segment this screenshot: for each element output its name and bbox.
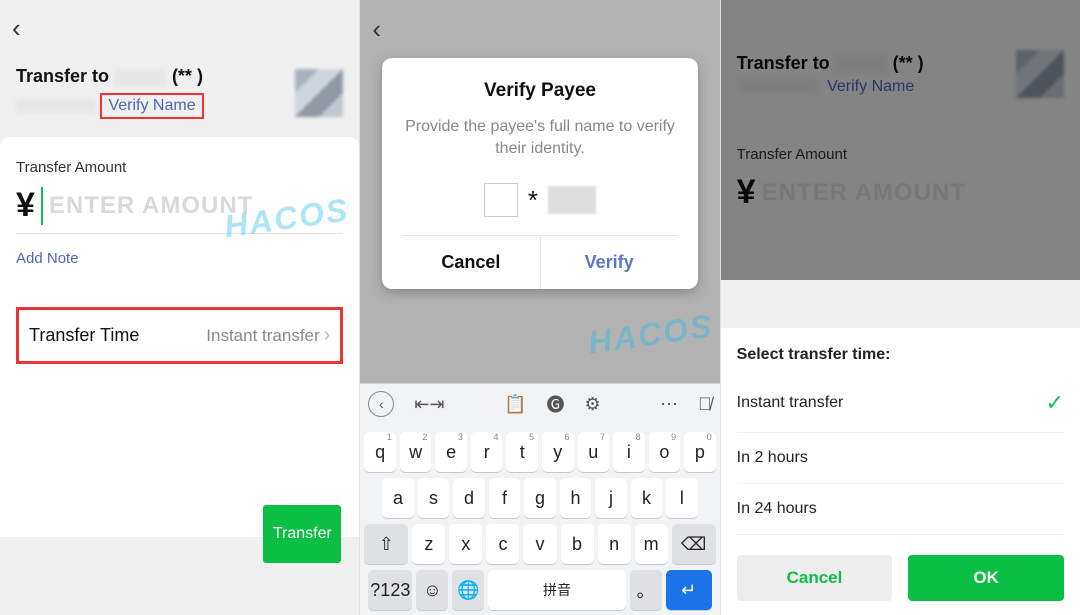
kbd-key-d[interactable]: d — [453, 478, 484, 518]
kbd-key-x[interactable]: x — [449, 524, 482, 564]
kbd-key-w[interactable]: w2 — [400, 432, 432, 472]
kbd-key-l[interactable]: l — [666, 478, 697, 518]
kbd-mic-off-icon[interactable]: 🎙̸ — [698, 394, 712, 415]
kbd-key-o[interactable]: o9 — [649, 432, 681, 472]
verify-button[interactable]: Verify — [541, 236, 678, 289]
input-cursor — [41, 187, 43, 225]
kbd-key-f[interactable]: f — [489, 478, 520, 518]
back-icon[interactable]: ‹ — [372, 14, 381, 45]
kbd-key-r[interactable]: r4 — [471, 432, 503, 472]
modal-description: Provide the payee's full name to verify … — [402, 116, 677, 159]
transfer-time-label: Transfer Time — [29, 325, 139, 346]
kbd-key-m[interactable]: m — [635, 524, 668, 564]
kbd-key-g[interactable]: g — [524, 478, 555, 518]
name-input-row: * — [402, 183, 677, 217]
kbd-enter[interactable]: ↵ — [666, 570, 712, 610]
kbd-key-z[interactable]: z — [412, 524, 445, 564]
payee-avatar — [295, 69, 343, 117]
panel-transfer-form: ‹ Transfer to (** ) Verify Name Transf — [0, 0, 360, 615]
kbd-key-a[interactable]: a — [382, 478, 413, 518]
cancel-button[interactable]: Cancel — [737, 555, 893, 601]
kbd-key-p[interactable]: p0 — [684, 432, 716, 472]
kbd-globe-icon[interactable]: 🌐 — [452, 570, 484, 610]
transfer-time-value: Instant transfer — [206, 326, 319, 346]
transfer-to-label: Transfer to — [16, 66, 109, 86]
kbd-space[interactable]: 拼音 — [488, 570, 625, 610]
kbd-key-y[interactable]: y6 — [542, 432, 574, 472]
modal-buttons: Cancel Verify — [402, 235, 677, 289]
cancel-button[interactable]: Cancel — [402, 236, 540, 289]
kbd-numeric[interactable]: ?123 — [368, 570, 412, 610]
header: ‹ — [0, 0, 359, 56]
option-label: In 2 hours — [737, 449, 808, 467]
payee-sub-redacted — [16, 99, 96, 113]
masked-suffix — [548, 186, 596, 214]
masked-char: * — [528, 185, 538, 216]
kbd-key-t[interactable]: t5 — [506, 432, 538, 472]
amount-card: Transfer Amount ¥ ENTER AMOUNT Add Note … — [0, 137, 359, 537]
chevron-right-icon: › — [324, 324, 331, 347]
kbd-collapse-icon[interactable]: ‹ — [368, 391, 394, 417]
kbd-key-u[interactable]: u7 — [578, 432, 610, 472]
kbd-translate-icon[interactable]: 🅖 — [546, 391, 564, 417]
back-icon[interactable]: ‹ — [12, 13, 21, 44]
verify-payee-modal: Verify Payee Provide the payee's full na… — [382, 58, 697, 289]
transfer-button[interactable]: Transfer — [263, 505, 341, 563]
option-label: In 24 hours — [737, 500, 817, 518]
transfer-time-option[interactable]: In 2 hours — [737, 433, 1064, 484]
payee-mask: (** ) — [172, 66, 203, 86]
transfer-time-sheet: Select transfer time: Instant transfer✓I… — [721, 328, 1080, 615]
payee-name-redacted — [113, 69, 167, 87]
kbd-text-handle-icon[interactable]: ⇤⇥ — [414, 394, 444, 415]
kbd-shift[interactable]: ⇧ — [364, 524, 408, 564]
transfer-time-row[interactable]: Transfer Time Instant transfer › — [16, 307, 343, 364]
verify-name-highlight: Verify Name — [100, 93, 203, 119]
transfer-time-option[interactable]: In 24 hours — [737, 484, 1064, 535]
sheet-title: Select transfer time: — [737, 346, 1064, 364]
modal-title: Verify Payee — [402, 80, 677, 102]
panel-select-time: Transfer to (** ) Verify Name Transfer A… — [721, 0, 1080, 615]
check-icon: ✓ — [1046, 390, 1064, 416]
kbd-key-b[interactable]: b — [561, 524, 594, 564]
kbd-key-q[interactable]: q1 — [364, 432, 396, 472]
kbd-key-s[interactable]: s — [418, 478, 449, 518]
kbd-key-n[interactable]: n — [598, 524, 631, 564]
keyboard-toolbar: ‹ ⇤⇥ 📋 🅖 ⚙ ⋯ 🎙̸ — [360, 384, 719, 424]
amount-input-row[interactable]: ¥ ENTER AMOUNT — [16, 186, 343, 234]
verify-name-link[interactable]: Verify Name — [108, 97, 195, 114]
kbd-settings-icon[interactable]: ⚙ — [584, 394, 600, 415]
add-note-link[interactable]: Add Note — [16, 250, 343, 267]
payee-block: Transfer to (** ) Verify Name — [0, 56, 359, 137]
kbd-key-i[interactable]: i8 — [613, 432, 645, 472]
currency-symbol: ¥ — [16, 186, 35, 225]
amount-placeholder: ENTER AMOUNT — [49, 192, 253, 220]
kbd-key-h[interactable]: h — [560, 478, 591, 518]
kbd-key-e[interactable]: e3 — [435, 432, 467, 472]
kbd-emoji-icon[interactable]: ☺ — [416, 570, 448, 610]
option-label: Instant transfer — [737, 394, 844, 412]
kbd-key-v[interactable]: v — [523, 524, 556, 564]
transfer-time-option[interactable]: Instant transfer ✓ — [737, 374, 1064, 433]
kbd-clipboard-icon[interactable]: 📋 — [504, 394, 526, 415]
name-input[interactable] — [484, 183, 518, 217]
kbd-key-k[interactable]: k — [631, 478, 662, 518]
panel-verify-payee: ‹ Verify Payee Provide the payee's full … — [360, 0, 720, 615]
kbd-backspace[interactable]: ⌫ — [672, 524, 716, 564]
amount-label: Transfer Amount — [16, 159, 343, 176]
soft-keyboard: ‹ ⇤⇥ 📋 🅖 ⚙ ⋯ 🎙̸ q1w2e3r4t5y6u7i8o9p0 asd… — [360, 383, 719, 615]
kbd-more-icon[interactable]: ⋯ — [660, 394, 678, 415]
ok-button[interactable]: OK — [908, 555, 1064, 601]
kbd-period[interactable]: 。 — [630, 570, 662, 610]
kbd-key-j[interactable]: j — [595, 478, 626, 518]
dim-overlay — [721, 0, 1080, 280]
kbd-key-c[interactable]: c — [486, 524, 519, 564]
